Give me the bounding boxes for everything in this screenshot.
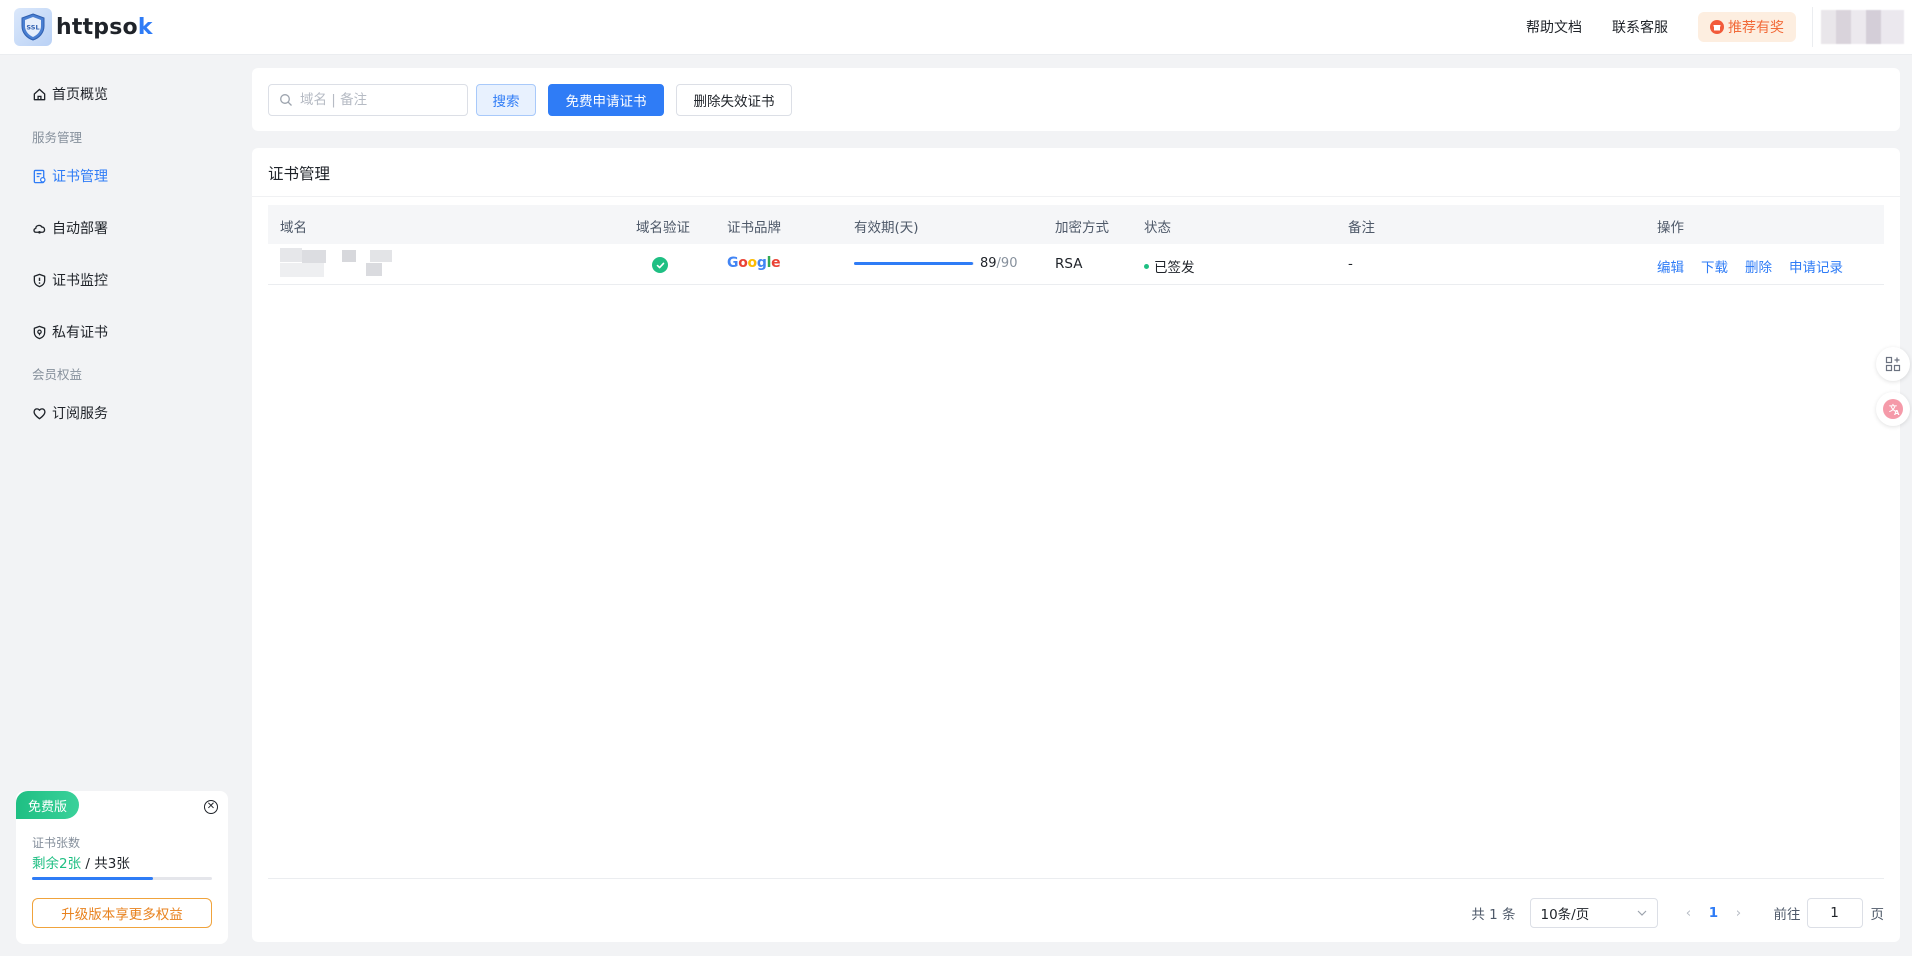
apply-free-cert-button[interactable]: 免费申请证书 — [548, 84, 664, 116]
sidebar-item-label: 订阅服务 — [52, 406, 108, 422]
col-encryption: 加密方式 — [1055, 220, 1109, 236]
validity-cell: 89/90 — [854, 256, 1017, 271]
chevron-down-icon — [1637, 910, 1646, 916]
quota-progress-fill — [32, 877, 153, 880]
goto-label: 前往 — [1773, 907, 1801, 923]
sidebar-item-private-cert[interactable]: 私有证书 — [32, 322, 108, 342]
referral-reward-button[interactable]: 推荐有奖 — [1698, 12, 1796, 42]
edit-link[interactable]: 编辑 — [1657, 256, 1684, 276]
pagination: 共 1 条 10条/页 ‹ 1 › 前往 页 — [1471, 897, 1884, 929]
table-row: Google 89/90 RSA 已签发 - 编辑 下载 删除 申请记录 — [268, 244, 1884, 285]
col-remark: 备注 — [1348, 220, 1375, 236]
avatar-image — [1821, 10, 1904, 44]
search-icon — [280, 94, 292, 106]
translate-icon[interactable]: 文A — [1876, 392, 1910, 426]
col-domain: 域名 — [280, 220, 307, 236]
col-validity: 有效期(天) — [854, 220, 919, 236]
gift-icon — [1710, 20, 1724, 34]
sidebar: 首页概览 服务管理 证书管理 自动部署 证书监控 私有证书 会员权益 订阅服务 … — [0, 56, 238, 956]
search-box[interactable] — [268, 84, 468, 116]
col-brand: 证书品牌 — [727, 220, 781, 236]
shield-lock-icon — [33, 325, 46, 339]
validity-progress-fill — [854, 262, 973, 265]
certificate-doc-icon — [33, 169, 46, 183]
sidebar-item-label: 首页概览 — [52, 87, 108, 103]
delete-invalid-certs-button[interactable]: 删除失效证书 — [676, 84, 792, 116]
sidebar-item-label: 私有证书 — [52, 325, 108, 341]
cert-quota-count: 剩余2张 / 共3张 — [32, 856, 130, 872]
ssl-shield-icon: SSL — [14, 8, 52, 46]
prev-page-button[interactable]: ‹ — [1678, 905, 1700, 921]
col-actions: 操作 — [1657, 220, 1684, 236]
cert-manage-card: 证书管理 域名 域名验证 证书品牌 有效期(天) 加密方式 状态 备注 操作 G… — [252, 148, 1900, 942]
sidebar-item-auto-deploy[interactable]: 自动部署 — [32, 218, 108, 238]
logo[interactable]: SSL httpsok — [14, 8, 153, 46]
sidebar-item-label: 证书管理 — [52, 169, 108, 185]
divider — [268, 878, 1884, 879]
help-docs-link[interactable]: 帮助文档 — [1526, 17, 1582, 37]
heart-icon — [33, 407, 46, 419]
quota-progress-bar — [32, 877, 212, 880]
next-page-button[interactable]: › — [1728, 905, 1750, 921]
cert-table: 域名 域名验证 证书品牌 有效期(天) 加密方式 状态 备注 操作 Google — [268, 205, 1884, 285]
shield-monitor-icon — [33, 273, 46, 287]
home-icon — [33, 88, 46, 100]
goto-page-input[interactable] — [1806, 898, 1863, 928]
col-verify: 域名验证 — [636, 220, 690, 236]
user-avatar[interactable] — [1812, 7, 1904, 47]
close-icon[interactable]: ✕ — [204, 800, 218, 814]
sidebar-item-cert-monitor[interactable]: 证书监控 — [32, 270, 108, 290]
row-actions: 编辑 下载 删除 申请记录 — [1657, 256, 1860, 276]
remark-cell: - — [1348, 256, 1353, 272]
plan-card: 免费版 ✕ 证书张数 剩余2张 / 共3张 升级版本享更多权益 — [16, 791, 228, 944]
domain-cell-redacted — [280, 248, 400, 280]
status-dot-icon — [1144, 263, 1149, 269]
sidebar-item-subscription[interactable]: 订阅服务 — [32, 403, 108, 423]
search-button[interactable]: 搜索 — [476, 84, 536, 116]
sidebar-group-service: 服务管理 — [32, 130, 83, 145]
contact-support-link[interactable]: 联系客服 — [1612, 17, 1668, 37]
col-status: 状态 — [1144, 220, 1171, 236]
sidebar-item-label: 证书监控 — [52, 273, 108, 289]
divider — [252, 196, 1900, 197]
search-input[interactable] — [300, 92, 450, 108]
sidebar-group-member: 会员权益 — [32, 367, 83, 382]
pagination-total: 共 1 条 — [1471, 907, 1516, 923]
sidebar-item-cert-manage[interactable]: 证书管理 — [32, 166, 108, 186]
validity-progress-bar — [854, 262, 974, 265]
sidebar-item-label: 自动部署 — [52, 221, 108, 237]
logo-text: httpsok — [56, 14, 153, 40]
page-number-button[interactable]: 1 — [1700, 905, 1728, 921]
status-badge: 已签发 — [1144, 256, 1195, 276]
page-suffix: 页 — [1870, 907, 1885, 923]
google-brand-logo: Google — [727, 255, 781, 271]
delete-link[interactable]: 删除 — [1745, 256, 1772, 276]
svg-text:SSL: SSL — [26, 24, 39, 32]
upgrade-button[interactable]: 升级版本享更多权益 — [32, 898, 212, 928]
cloud-deploy-icon — [33, 224, 46, 234]
toolbar-card: 搜索 免费申请证书 删除失效证书 — [252, 68, 1900, 131]
page-title: 证书管理 — [268, 165, 331, 183]
referral-label: 推荐有奖 — [1728, 20, 1784, 36]
svg-text:A: A — [1894, 409, 1900, 417]
table-header: 域名 域名验证 证书品牌 有效期(天) 加密方式 状态 备注 操作 — [268, 205, 1884, 244]
verified-check-icon — [652, 257, 668, 273]
validity-days: 89/90 — [980, 256, 1018, 271]
encryption-cell: RSA — [1055, 256, 1083, 272]
apply-history-link[interactable]: 申请记录 — [1789, 256, 1843, 276]
sidebar-item-home[interactable]: 首页概览 — [32, 84, 108, 104]
app-grid-icon[interactable] — [1876, 347, 1910, 381]
cert-quota-label: 证书张数 — [32, 836, 81, 850]
download-link[interactable]: 下载 — [1701, 256, 1728, 276]
top-header: SSL httpsok 帮助文档 联系客服 推荐有奖 — [0, 0, 1912, 55]
plan-tag: 免费版 — [16, 791, 80, 819]
page-size-select[interactable]: 10条/页 — [1529, 898, 1658, 928]
